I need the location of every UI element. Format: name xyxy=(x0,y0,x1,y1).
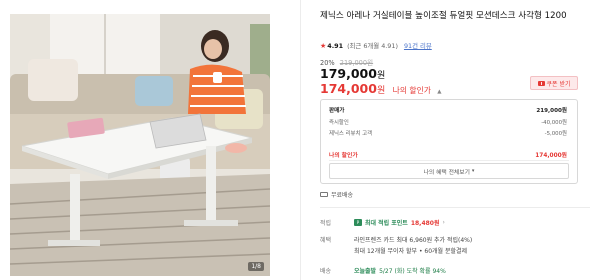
sale-price-label[interactable]: 나의 할인가 xyxy=(393,86,431,95)
price-unit: 원 xyxy=(376,71,386,81)
breakdown-row-final: 나의 할인가 174,000원 xyxy=(329,150,567,159)
coupon-button-label: 쿠폰 받기 xyxy=(546,80,571,88)
card-benefit-line2: 최대 12개월 무이자 할부 • 60개월 분할결제 xyxy=(354,248,468,255)
breakdown-row-price: 판매가 219,000원 xyxy=(329,106,567,114)
review-link[interactable]: 91건 리뷰 xyxy=(404,41,432,50)
rating-row: ★ 4.91 (최근 6개월 4.91) 91건 리뷰 xyxy=(320,41,432,51)
breakdown-label: 제닉스 리뷰치 고객 xyxy=(329,131,373,137)
points-text: 최대 적립 포인트 xyxy=(365,220,408,227)
photo-counter: 1/8 xyxy=(248,262,264,271)
rating-meta: (최근 6개월 4.91 xyxy=(347,42,396,50)
points-value: 18,480원 xyxy=(410,220,440,227)
points-row: P 최대 적립 포인트 18,480원 › xyxy=(354,218,445,227)
chevron-down-icon: ▾ xyxy=(471,168,475,174)
price-breakdown-box: 판매가 219,000원 즉시할인 -40,000원 제닉스 리뷰치 고객 -5… xyxy=(320,99,578,184)
card-benefit-label: 혜택 xyxy=(320,237,332,244)
free-shipping-row: 무료배송 xyxy=(320,190,353,199)
points-icon: P xyxy=(354,219,362,226)
arrival-today-tag: 오늘출발 xyxy=(354,268,377,275)
chevron-right-icon[interactable]: › xyxy=(443,219,445,226)
rating-meta-star: ) xyxy=(395,41,398,50)
breakdown-final-label: 나의 할인가 xyxy=(329,153,358,159)
sale-price-value: 174,000 xyxy=(320,81,377,96)
breakdown-divider xyxy=(329,160,569,161)
arrival-label: 배송 xyxy=(320,268,332,275)
breakdown-row-customer-discount: 제닉스 리뷰치 고객 -5,000원 xyxy=(329,129,567,137)
coupon-button[interactable]: 쿠폰 받기 xyxy=(530,76,578,90)
breakdown-value: -5,000원 xyxy=(544,131,567,137)
my-sale-price: 174,000원 나의 할인가 ▲ xyxy=(320,81,442,96)
price-value: 179,000 xyxy=(320,66,377,81)
arrival-row: 오늘출발 5/27 (화) 도착 확률 94% xyxy=(354,266,446,275)
breakdown-value: 219,000원 xyxy=(536,108,567,114)
product-photo-illustration xyxy=(10,14,270,276)
breakdown-value: -40,000원 xyxy=(541,120,567,126)
view-all-benefits-label: 나의 혜택 전체보기 xyxy=(423,169,470,176)
rating-score: 4.91 xyxy=(327,41,344,50)
coupon-icon xyxy=(537,80,545,86)
price: 179,000원 xyxy=(320,66,385,81)
breakdown-label: 즉시할인 xyxy=(329,120,349,126)
free-shipping-label: 무료배송 xyxy=(331,192,354,199)
view-all-benefits-button[interactable]: 나의 혜택 전체보기 ▾ xyxy=(329,163,569,179)
breakdown-final-value: 174,000원 xyxy=(535,153,567,159)
product-image[interactable]: 1/8 xyxy=(10,14,270,276)
panel-divider xyxy=(300,0,301,280)
arrival-estimate: 5/27 (화) 도착 확률 94% xyxy=(379,268,446,275)
chevron-up-icon[interactable]: ▲ xyxy=(437,89,441,95)
breakdown-label: 판매가 xyxy=(329,108,345,114)
star-icon: ★ xyxy=(320,41,327,50)
truck-icon xyxy=(320,192,328,197)
section-divider xyxy=(320,207,590,208)
card-benefit-line1: 라인프렌즈 카드 최대 6,960원 추가 적립(4%) xyxy=(354,237,473,244)
breakdown-row-instant-discount: 즉시할인 -40,000원 xyxy=(329,118,567,126)
product-title: 제닉스 아레나 거실테이블 높이조절 듀얼핏 모션데스크 사각형 1200 xyxy=(320,11,567,21)
points-label: 적립 xyxy=(320,220,332,227)
sale-price-unit: 원 xyxy=(376,86,386,96)
